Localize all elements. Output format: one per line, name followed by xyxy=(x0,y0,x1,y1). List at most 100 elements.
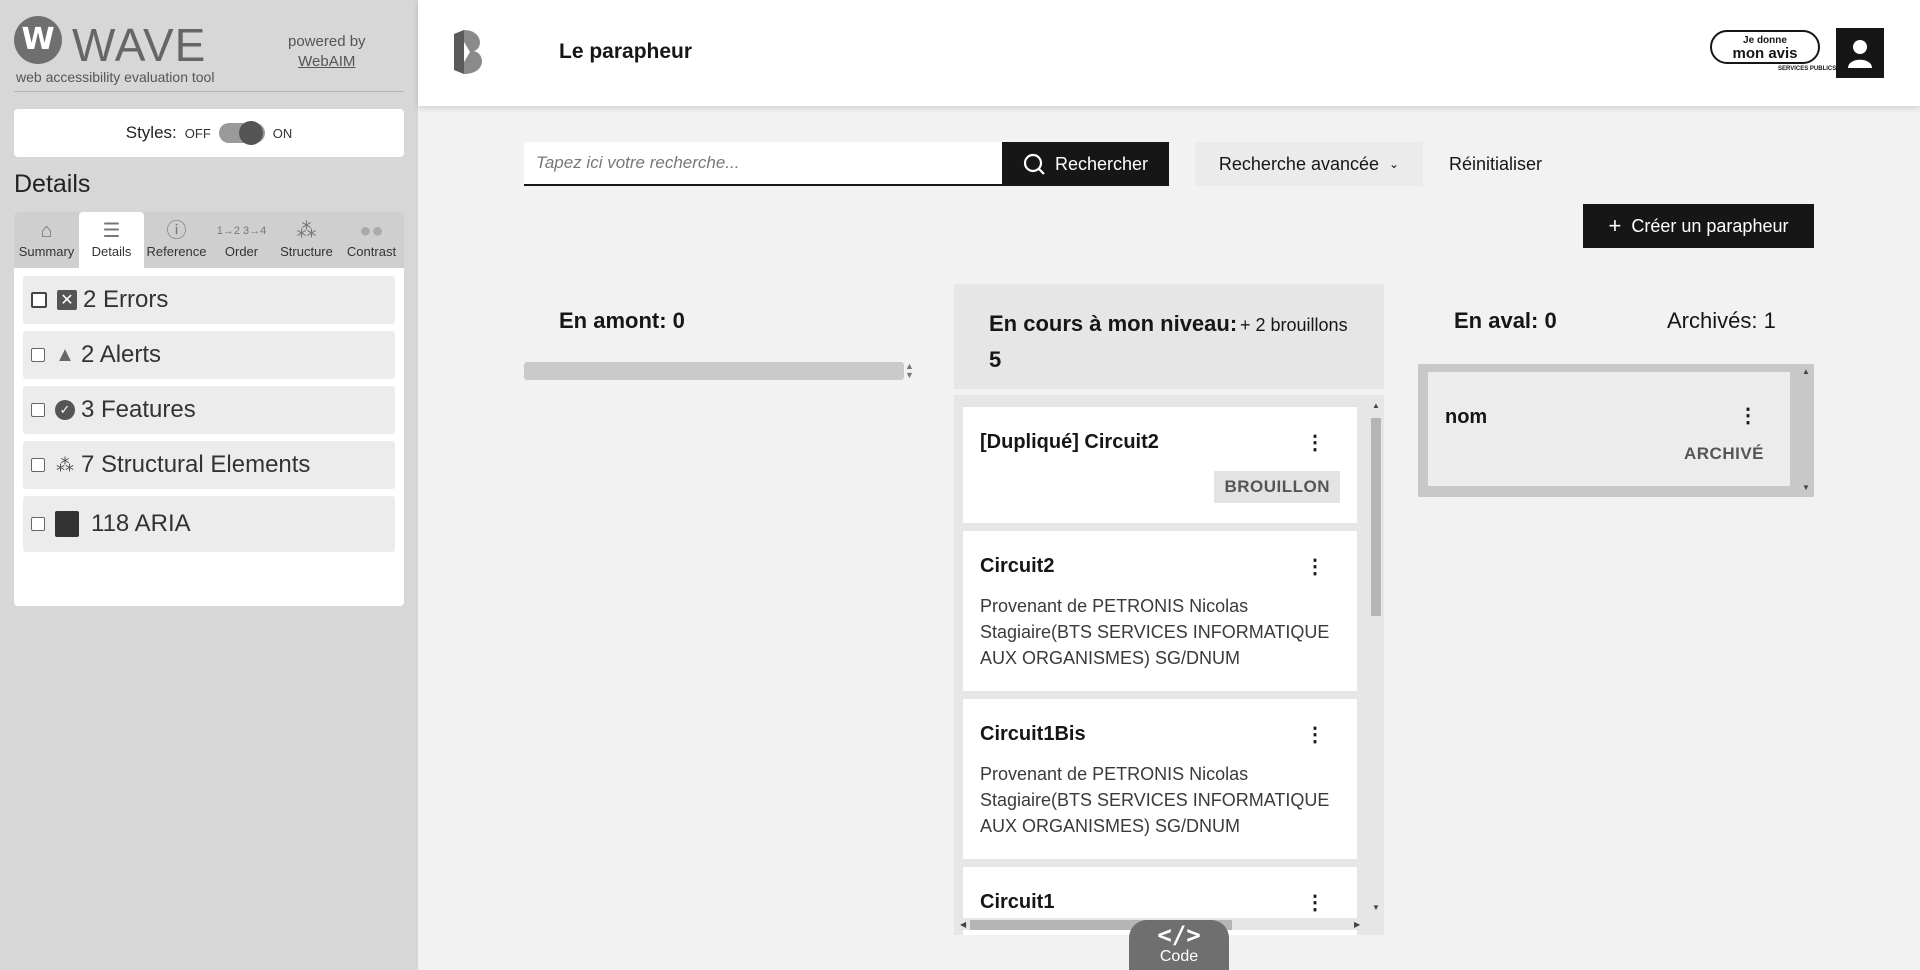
structural-checkbox[interactable] xyxy=(31,458,45,472)
styles-toggle[interactable] xyxy=(218,121,265,145)
card-title: Circuit1Bis xyxy=(980,723,1086,745)
styles-label: Styles: xyxy=(125,123,177,142)
details-panel: ⌂ Summary ☰ Details ⓘ Reference 1→2 3→4 … xyxy=(14,212,404,606)
contrast-icon: ●● xyxy=(359,220,384,242)
drafts-count: + 2 brouillons xyxy=(1240,315,1348,335)
scroll-left-icon[interactable]: ◀ xyxy=(960,921,966,929)
wave-sidebar: W WAVE web accessibility evaluation tool… xyxy=(0,0,418,970)
category-features[interactable]: ✓ 3 Features xyxy=(23,386,395,434)
tab-summary[interactable]: ⌂ Summary xyxy=(14,212,79,268)
status-badge: ARCHIVÉ xyxy=(1683,444,1764,463)
kebab-menu-icon[interactable]: ⋮ xyxy=(1738,406,1758,426)
card-title: nom xyxy=(1445,406,1488,428)
brand-logo-icon[interactable] xyxy=(452,28,488,76)
wave-code-tab[interactable]: </> Code xyxy=(1129,920,1229,970)
search-button[interactable]: Rechercher xyxy=(1002,142,1169,186)
archived-card-list: nom ⋮ ARCHIVÉ xyxy=(1418,364,1814,497)
tab-details[interactable]: ☰ Details xyxy=(79,212,144,268)
error-icon: ✕ xyxy=(57,290,77,310)
aria-icon xyxy=(55,511,79,537)
category-alerts[interactable]: ▲ 2 Alerts xyxy=(23,331,395,379)
features-checkbox[interactable] xyxy=(31,403,45,417)
user-icon xyxy=(1848,40,1872,68)
category-structural[interactable]: ⁂ 7 Structural Elements xyxy=(23,441,395,489)
search-input[interactable] xyxy=(524,142,1002,186)
advanced-search-button[interactable]: Recherche avancée ⌄ xyxy=(1195,142,1423,186)
list-icon: ☰ xyxy=(102,220,121,242)
card-description: Provenant de PETRONIS Nicolas Stagiaire(… xyxy=(980,764,1330,836)
scroll-up-icon[interactable]: ▲ xyxy=(1802,368,1810,376)
card-title: [Dupliqué] Circuit2 xyxy=(980,431,1159,453)
feature-icon: ✓ xyxy=(55,400,75,420)
tab-structure[interactable]: ⁂ Structure xyxy=(274,212,339,268)
scroll-down-icon[interactable]: ▼ xyxy=(1802,484,1810,492)
amont-scroll-arrows-icon[interactable]: ▲ ▼ xyxy=(905,362,914,380)
scroll-thumb[interactable] xyxy=(1371,418,1381,616)
create-label: Créer un parapheur xyxy=(1631,215,1789,236)
wave-header: W WAVE web accessibility evaluation tool… xyxy=(14,14,404,92)
tab-label: Summary xyxy=(18,244,75,259)
create-parapheur-button[interactable]: + Créer un parapheur xyxy=(1583,204,1814,248)
card-dupliqué-circuit2[interactable]: [Dupliqué] Circuit2 ⋮ BROUILLON xyxy=(963,407,1357,523)
scroll-down-icon[interactable]: ▼ xyxy=(1372,904,1380,912)
column-cours-title: En cours à mon niveau: 5 xyxy=(989,311,1238,372)
card-nom[interactable]: nom ⋮ ARCHIVÉ xyxy=(1428,372,1790,486)
amont-scrollbar[interactable] xyxy=(524,362,904,380)
errors-checkbox[interactable] xyxy=(31,292,47,308)
styles-on-label: ON xyxy=(272,125,293,141)
home-icon: ⌂ xyxy=(40,220,53,242)
code-tab-label: Code xyxy=(1159,948,1199,965)
column-cours-header: En cours à mon niveau: 5 + 2 brouillons xyxy=(954,284,1384,389)
card-title: Circuit2 xyxy=(980,555,1055,577)
search-button-label: Rechercher xyxy=(1054,153,1149,174)
card-circuit2[interactable]: Circuit2 ⋮ Provenant de PETRONIS Nicolas… xyxy=(963,531,1357,691)
styles-off-label: OFF xyxy=(184,125,211,141)
order-icon: 1→2 3→4 xyxy=(216,225,267,237)
advanced-search-label: Recherche avancée xyxy=(1218,153,1380,174)
scroll-up-icon[interactable]: ▲ xyxy=(1372,402,1380,410)
tab-label: Order xyxy=(224,244,259,259)
tab-contrast[interactable]: ●● Contrast xyxy=(339,212,404,268)
card-circuit1bis[interactable]: Circuit1Bis ⋮ Provenant de PETRONIS Nico… xyxy=(963,699,1357,859)
chevron-down-icon: ⌄ xyxy=(1389,157,1400,171)
code-icon: </> xyxy=(1157,921,1201,949)
aria-checkbox[interactable] xyxy=(31,517,45,531)
avis-badge[interactable]: Je donne mon avis xyxy=(1710,30,1820,64)
user-account-button[interactable] xyxy=(1836,28,1884,78)
category-label: 3 Features xyxy=(81,396,196,423)
column-amont-title: En amont: 0 xyxy=(559,308,685,333)
reset-button[interactable]: Réinitialiser xyxy=(1449,154,1542,175)
toggle-knob xyxy=(238,121,263,145)
kebab-menu-icon[interactable]: ⋮ xyxy=(1305,725,1325,745)
page-title: Le parapheur xyxy=(559,40,693,63)
tab-label: Details xyxy=(91,244,132,259)
tab-order[interactable]: 1→2 3→4 Order xyxy=(209,212,274,268)
webaim-link[interactable]: WebAIM xyxy=(298,53,355,70)
tab-reference[interactable]: ⓘ Reference xyxy=(144,212,209,268)
archives-count[interactable]: Archivés: 1 xyxy=(1667,308,1776,334)
cours-card-list: [Dupliqué] Circuit2 ⋮ BROUILLON Circuit2… xyxy=(954,395,1384,935)
alert-icon: ▲ xyxy=(55,343,75,366)
info-icon: ⓘ xyxy=(166,220,187,242)
category-list: ✕ 2 Errors ▲ 2 Alerts ✓ 3 Features ⁂ 7 S… xyxy=(14,268,404,567)
tab-label: Structure xyxy=(280,244,333,259)
kebab-menu-icon[interactable]: ⋮ xyxy=(1305,433,1325,453)
category-aria[interactable]: 118 ARIA xyxy=(23,496,395,552)
wave-tabs: ⌂ Summary ☰ Details ⓘ Reference 1→2 3→4 … xyxy=(14,212,404,268)
kebab-menu-icon[interactable]: ⋮ xyxy=(1305,893,1325,913)
category-errors[interactable]: ✕ 2 Errors xyxy=(23,276,395,324)
status-badge: BROUILLON xyxy=(1214,471,1340,503)
structure-icon: ⁂ xyxy=(296,220,317,242)
scroll-right-icon[interactable]: ▶ xyxy=(1354,921,1360,929)
app-header: Le parapheur Je donne mon avis SERVICES … xyxy=(418,0,1920,106)
alerts-checkbox[interactable] xyxy=(31,348,45,362)
column-aval-title: En aval: 0 xyxy=(1454,308,1557,333)
category-label: 2 Alerts xyxy=(81,341,162,368)
kebab-menu-icon[interactable]: ⋮ xyxy=(1305,557,1325,577)
wave-logo-icon: W xyxy=(14,16,62,64)
avis-line2: mon avis xyxy=(1732,45,1798,62)
card-description: Provenant de PETRONIS Nicolas Stagiaire(… xyxy=(980,596,1330,668)
cours-vertical-scrollbar[interactable] xyxy=(1370,408,1382,916)
structure-icon: ⁂ xyxy=(56,454,74,475)
wave-brand: WAVE xyxy=(72,19,207,71)
